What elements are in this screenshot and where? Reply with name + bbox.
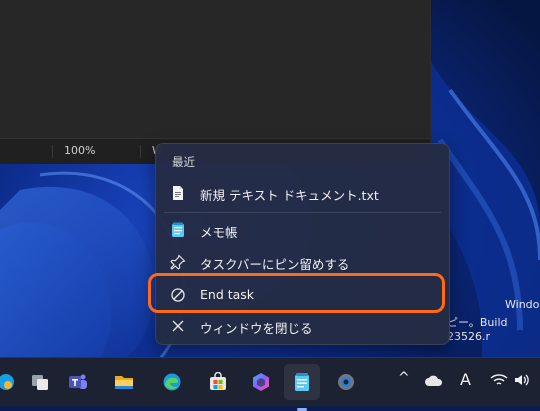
build-watermark-line1: Window xyxy=(505,298,540,311)
notepad-icon xyxy=(172,222,184,237)
microsoft-store-icon xyxy=(210,372,226,390)
taskbar-task-view[interactable] xyxy=(22,364,58,400)
taskbar: ^ A xyxy=(0,357,540,411)
teams-icon xyxy=(69,374,87,389)
notepad-window[interactable]: 100% W xyxy=(0,0,431,164)
show-hidden-icons-chevron[interactable]: ^ xyxy=(398,370,410,386)
close-window-item[interactable]: ウィンドウを閉じる xyxy=(156,311,449,341)
wifi-icon[interactable] xyxy=(490,373,508,387)
taskbar-jump-list: 最近 新規 テキスト ドキュメント.txt メモ帳 タスクバーにピン留めする E… xyxy=(155,143,450,345)
ime-mode-indicator[interactable]: A xyxy=(460,370,471,389)
copilot-icon xyxy=(253,373,269,391)
recent-file-label: 新規 テキスト ドキュメント.txt xyxy=(200,188,379,203)
edge-icon xyxy=(163,373,181,391)
file-explorer-icon xyxy=(115,376,133,389)
menu-divider xyxy=(164,212,441,213)
text-file-icon xyxy=(173,186,183,200)
end-task-highlight xyxy=(148,273,445,313)
pin-label: タスクバーにピン留めする xyxy=(200,257,350,272)
notepad-label: メモ帳 xyxy=(200,225,238,240)
settings-icon xyxy=(338,374,354,390)
taskbar-teams[interactable] xyxy=(60,364,96,400)
recent-file-item[interactable]: 新規 テキスト ドキュメント.txt xyxy=(156,178,449,208)
build-watermark-line2: ピー。Build 23526.r xyxy=(447,316,508,343)
notepad-icon xyxy=(295,373,309,391)
status-divider xyxy=(140,145,141,158)
taskbar-copilot[interactable] xyxy=(243,364,279,400)
recent-header: 最近 xyxy=(172,155,195,169)
close-window-label: ウィンドウを閉じる xyxy=(200,321,313,336)
taskbar-settings[interactable] xyxy=(328,364,364,400)
taskbar-edge[interactable] xyxy=(154,364,190,400)
close-icon xyxy=(172,320,184,332)
weather-cloud-icon[interactable] xyxy=(424,374,444,388)
volume-icon[interactable] xyxy=(514,373,532,387)
edge-partial-icon xyxy=(0,374,14,390)
task-view-icon xyxy=(32,375,48,390)
text-editor-area[interactable] xyxy=(0,0,430,138)
taskbar-app-edge-partial[interactable] xyxy=(0,364,24,400)
open-notepad-item[interactable]: メモ帳 xyxy=(156,215,449,245)
pin-icon xyxy=(170,254,186,270)
status-divider xyxy=(52,145,53,158)
taskbar-notepad[interactable] xyxy=(284,364,320,411)
taskbar-file-explorer[interactable] xyxy=(106,364,142,400)
zoom-level[interactable]: 100% xyxy=(64,144,95,157)
taskbar-microsoft-store[interactable] xyxy=(200,364,236,400)
